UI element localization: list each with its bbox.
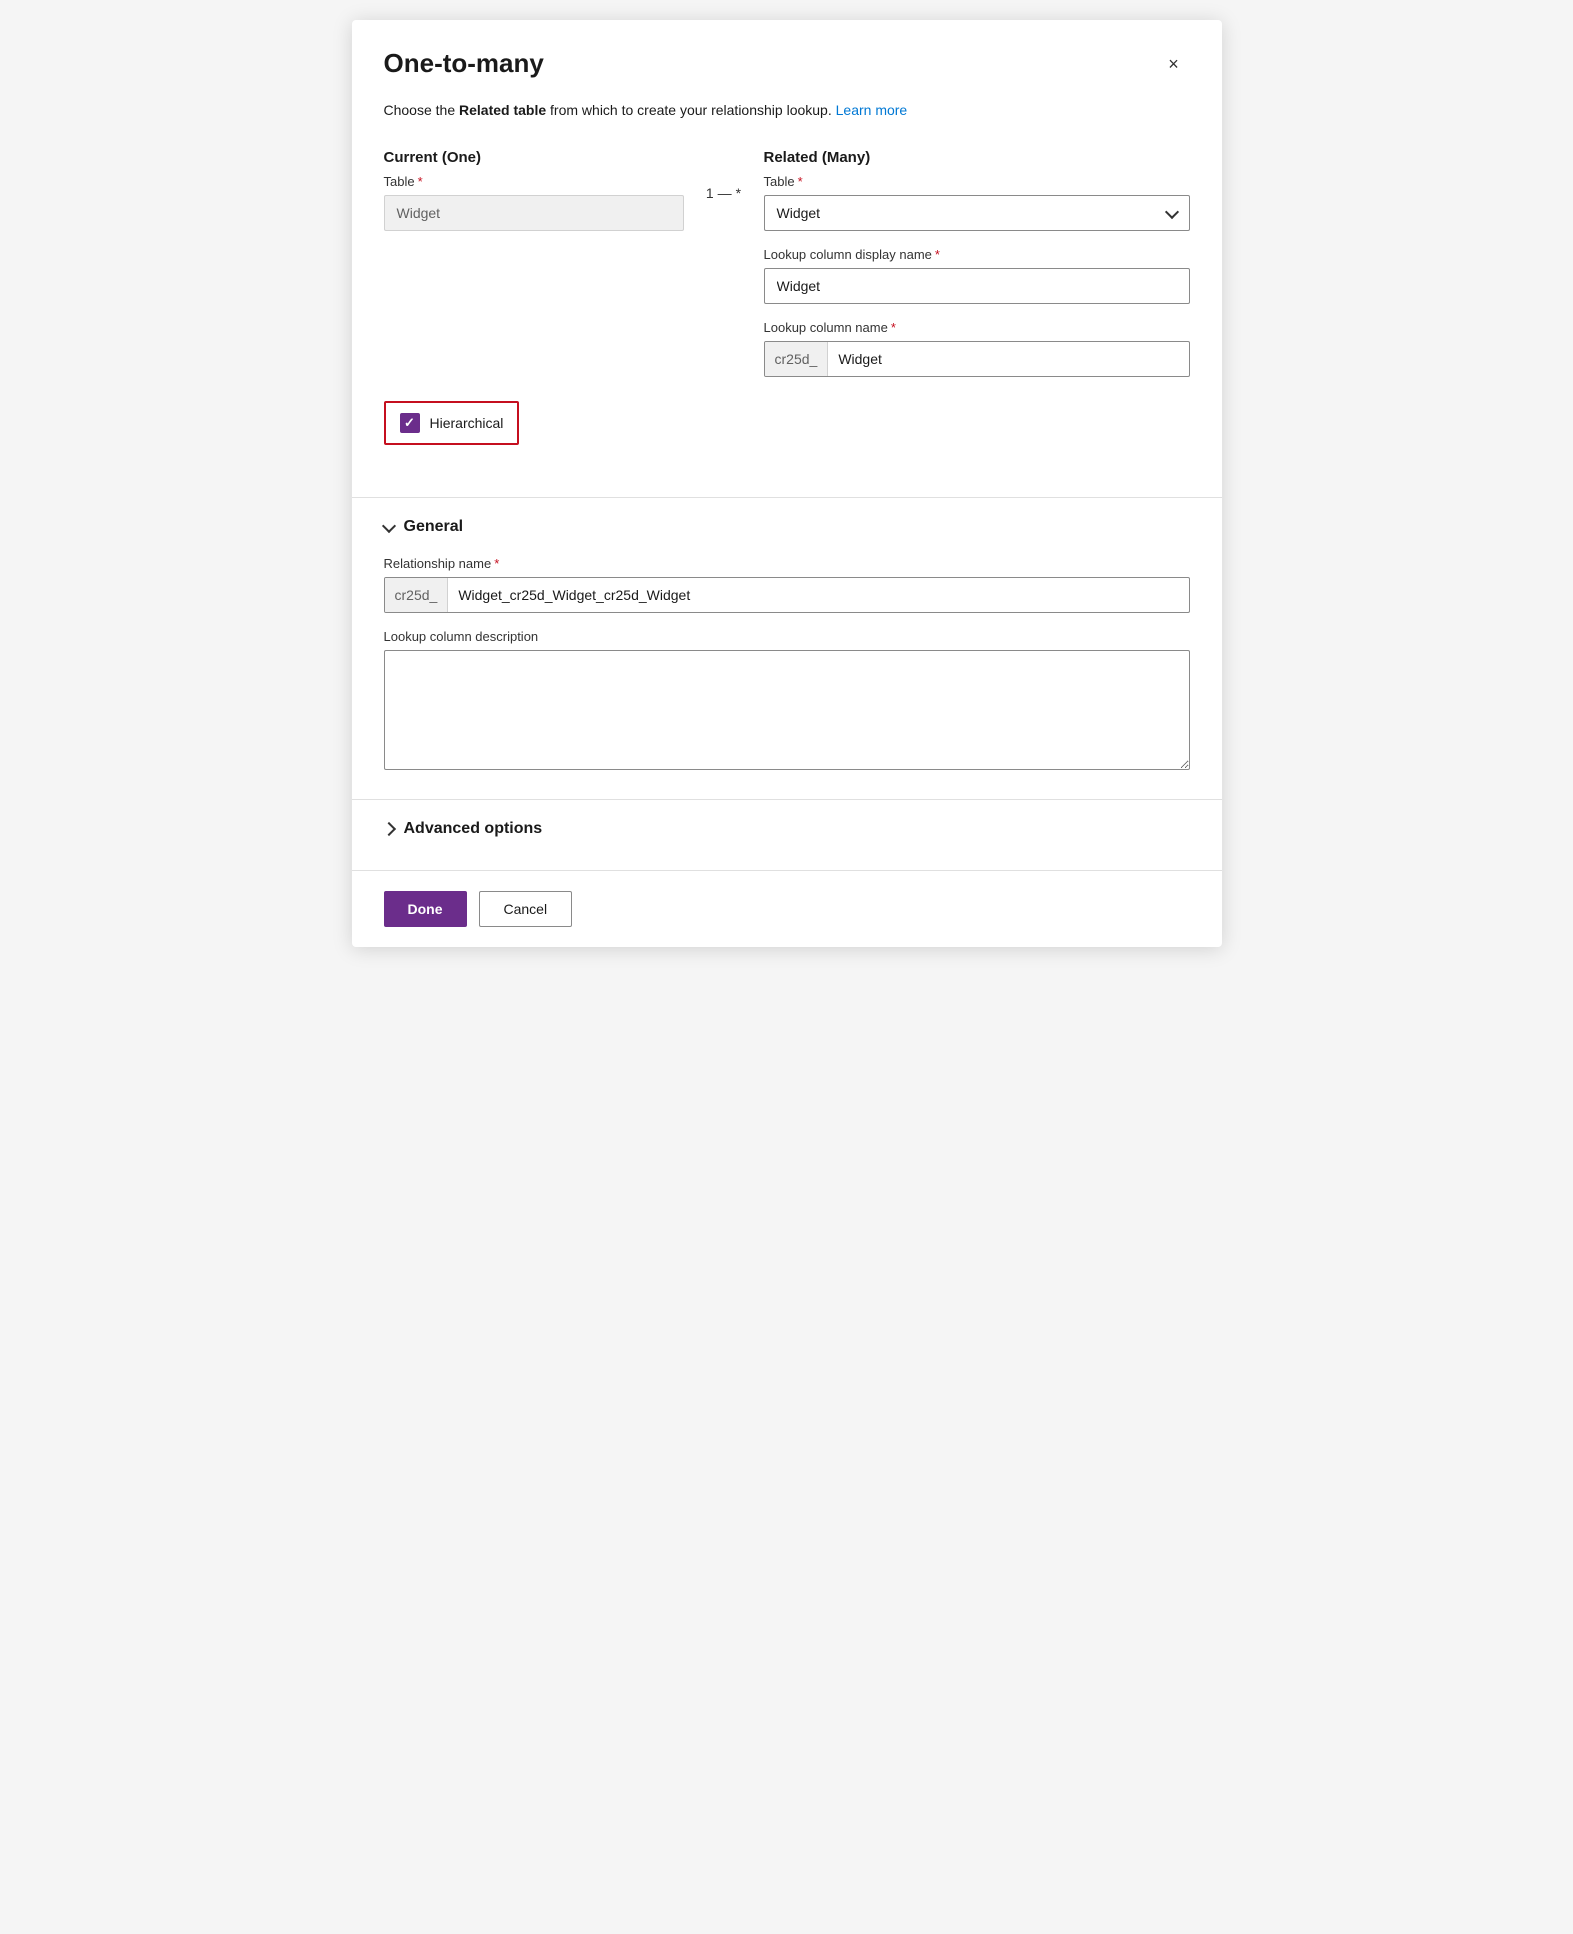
lookup-name-input-group: cr25d_ Widget bbox=[764, 341, 1190, 377]
section-divider-2 bbox=[352, 799, 1222, 800]
connector-right: * bbox=[736, 185, 741, 201]
lookup-display-field: Lookup column display name * bbox=[764, 247, 1190, 304]
related-header: Related (Many) bbox=[764, 149, 1190, 166]
dropdown-arrow-icon bbox=[1164, 204, 1178, 218]
lookup-name-required: * bbox=[891, 320, 896, 335]
current-table-value: Widget bbox=[384, 195, 684, 231]
relationship-name-value[interactable]: Widget_cr25d_Widget_cr25d_Widget bbox=[448, 587, 1188, 603]
hierarchical-checkbox[interactable]: ✓ bbox=[400, 413, 420, 433]
checkmark-icon: ✓ bbox=[404, 415, 415, 431]
one-to-many-dialog: One-to-many × Choose the Related table f… bbox=[352, 20, 1222, 947]
lookup-name-value: Widget bbox=[828, 351, 1188, 367]
relationship-columns: Current (One) Table * Widget 1 — * Relat… bbox=[384, 149, 1190, 377]
description-before: Choose the bbox=[384, 102, 460, 118]
current-column: Current (One) Table * Widget bbox=[384, 149, 684, 231]
related-table-required: * bbox=[798, 174, 803, 189]
close-button[interactable]: × bbox=[1158, 48, 1190, 80]
lookup-name-field: Lookup column name * cr25d_ Widget bbox=[764, 320, 1190, 377]
relationship-name-label: Relationship name * bbox=[384, 556, 1190, 571]
current-header: Current (One) bbox=[384, 149, 684, 166]
related-table-field: Table * Widget bbox=[764, 174, 1190, 231]
general-section: General Relationship name * cr25d_ Widge… bbox=[384, 518, 1190, 775]
related-column: Related (Many) Table * Widget L bbox=[764, 149, 1190, 377]
chevron-right-icon bbox=[381, 822, 395, 836]
description-bold: Related table bbox=[459, 102, 546, 118]
related-table-label: Table * bbox=[764, 174, 1190, 189]
related-table-select[interactable]: Widget bbox=[764, 195, 1190, 231]
advanced-section-label: Advanced options bbox=[404, 820, 543, 838]
relationship-name-input-group: cr25d_ Widget_cr25d_Widget_cr25d_Widget bbox=[384, 577, 1190, 613]
learn-more-link[interactable]: Learn more bbox=[836, 102, 908, 118]
chevron-down-icon bbox=[381, 518, 395, 532]
general-section-label: General bbox=[404, 518, 464, 536]
advanced-section-toggle[interactable]: Advanced options bbox=[384, 820, 1190, 838]
connector-left: 1 bbox=[706, 185, 714, 201]
lookup-display-input[interactable] bbox=[764, 268, 1190, 304]
related-table-value: Widget bbox=[777, 205, 821, 221]
dialog-title: One-to-many bbox=[384, 48, 544, 79]
relationship-connector: 1 — * bbox=[684, 149, 764, 201]
lookup-description-field: Lookup column description bbox=[384, 629, 1190, 775]
general-section-toggle[interactable]: General bbox=[384, 518, 1190, 536]
lookup-display-label: Lookup column display name * bbox=[764, 247, 1190, 262]
hierarchical-wrapper: ✓ Hierarchical bbox=[384, 401, 1190, 469]
current-table-required: * bbox=[418, 174, 423, 189]
lookup-name-prefix: cr25d_ bbox=[765, 342, 829, 376]
lookup-description-label: Lookup column description bbox=[384, 629, 1190, 644]
advanced-section: Advanced options bbox=[384, 820, 1190, 838]
current-table-label: Table * bbox=[384, 174, 684, 189]
hierarchical-checkbox-row[interactable]: ✓ Hierarchical bbox=[384, 401, 520, 445]
done-button[interactable]: Done bbox=[384, 891, 467, 927]
lookup-display-required: * bbox=[935, 247, 940, 262]
lookup-name-label: Lookup column name * bbox=[764, 320, 1190, 335]
description-after: from which to create your relationship l… bbox=[546, 102, 832, 118]
related-fields: Table * Widget Lookup column display nam… bbox=[764, 174, 1190, 377]
description-text: Choose the Related table from which to c… bbox=[384, 100, 1190, 121]
relationship-name-field: Relationship name * cr25d_ Widget_cr25d_… bbox=[384, 556, 1190, 613]
relationship-name-required: * bbox=[494, 556, 499, 571]
dialog-header: One-to-many × bbox=[384, 48, 1190, 80]
hierarchical-label: Hierarchical bbox=[430, 415, 504, 431]
dialog-footer: Done Cancel bbox=[384, 871, 1190, 947]
cancel-button[interactable]: Cancel bbox=[479, 891, 573, 927]
connector-dash: — bbox=[718, 185, 732, 201]
lookup-description-textarea[interactable] bbox=[384, 650, 1190, 770]
section-divider-1 bbox=[352, 497, 1222, 498]
relationship-name-prefix: cr25d_ bbox=[385, 578, 449, 612]
